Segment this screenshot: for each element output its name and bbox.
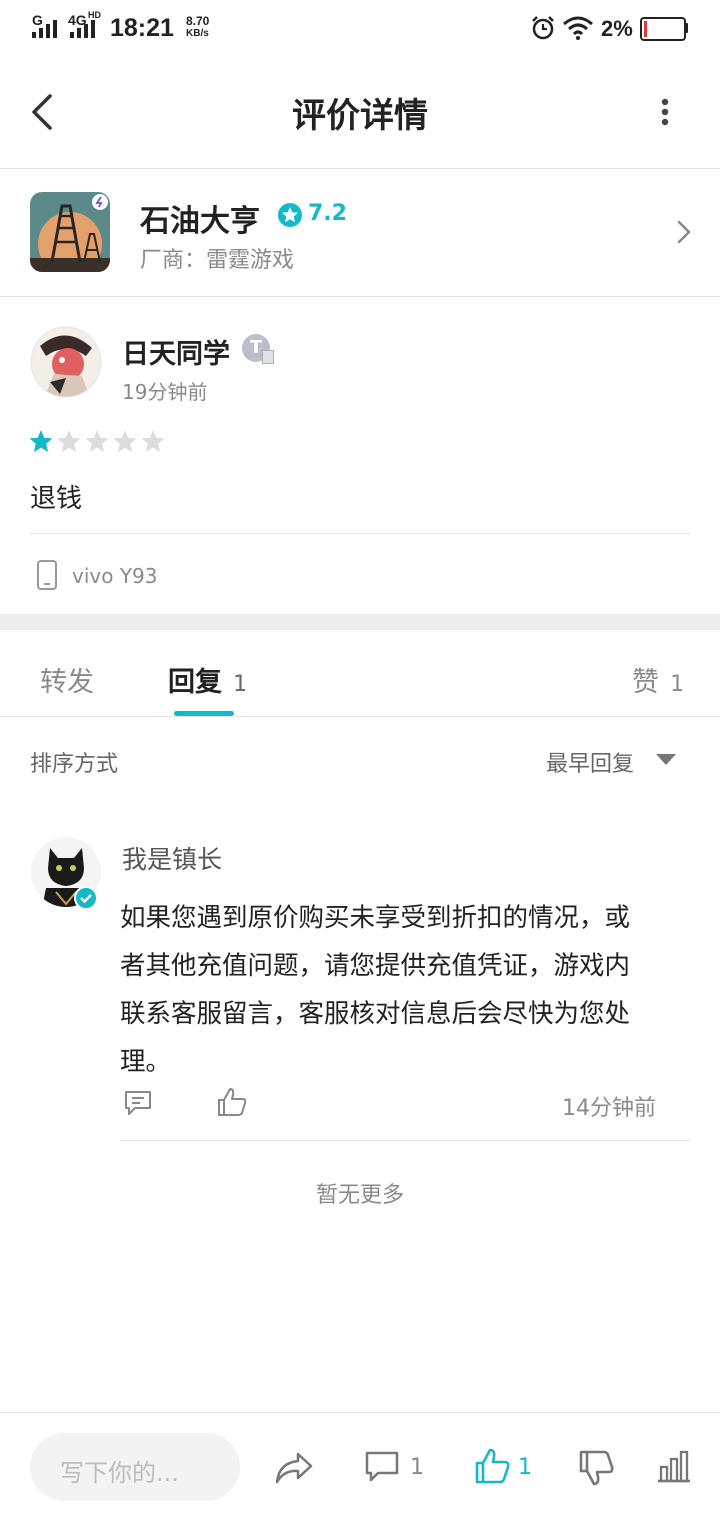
- battery-percent: 2%: [601, 16, 633, 41]
- clock: 18:21: [110, 14, 174, 42]
- reply-divider: [120, 1140, 690, 1141]
- tab-like-label: 赞: [632, 667, 659, 698]
- review-author[interactable]: 日天同学: [122, 332, 230, 371]
- tab-like[interactable]: 赞 1: [632, 660, 684, 699]
- game-info-row[interactable]: 石油大亨 7.2 厂商：雷霆游戏: [0, 168, 720, 297]
- page-title: 评价详情: [292, 96, 428, 136]
- bottom-action-bar: 写下你的... 1 1: [0, 1412, 720, 1521]
- network-hd-label: HD: [88, 10, 101, 20]
- reply-item: 我是镇长 如果您遇到原价购买未享受到折扣的情况，或 者其他充值问题，请您提供充值…: [0, 830, 720, 1150]
- section-separator: [0, 614, 720, 630]
- reply-input-placeholder: 写下你的...: [60, 1459, 179, 1487]
- phone-icon: [37, 560, 57, 590]
- stats-icon[interactable]: [656, 1449, 692, 1483]
- status-bar: G 4G HD 18:21 8.70 KB/s 2%: [0, 0, 720, 56]
- caret-down-icon: [656, 754, 676, 765]
- reply-input[interactable]: 写下你的...: [30, 1433, 240, 1501]
- score-star-icon: [278, 203, 302, 227]
- more-menu-icon[interactable]: [658, 96, 672, 128]
- sort-value: 最早回复: [546, 752, 635, 777]
- wifi-icon: [563, 16, 593, 40]
- game-icon: [30, 192, 110, 272]
- no-more-text: 暂无更多: [315, 1183, 404, 1208]
- thumbs-down-icon[interactable]: [578, 1449, 614, 1487]
- review-time: 19分钟前: [122, 380, 208, 404]
- alarm-icon: [532, 16, 554, 40]
- sort-dropdown[interactable]: 最早回复: [546, 746, 686, 777]
- avatar[interactable]: [30, 326, 102, 398]
- tab-like-count: 1: [670, 672, 685, 697]
- signal-label: G: [32, 12, 43, 28]
- game-vendor: 厂商：雷霆游戏: [140, 248, 295, 273]
- reply-time: 14分钟前: [562, 1096, 656, 1121]
- tab-reply-count: 1: [233, 672, 248, 697]
- comment-icon[interactable]: [123, 1088, 153, 1118]
- net-speed-unit: KB/s: [186, 28, 209, 39]
- share-icon[interactable]: [274, 1451, 314, 1485]
- tab-reply-label: 回复: [168, 667, 222, 698]
- tab-forward[interactable]: 转发: [40, 660, 94, 699]
- review-text: 退钱: [30, 484, 83, 514]
- like-count: 1: [518, 1455, 532, 1480]
- reply-author[interactable]: 我是镇长: [122, 840, 222, 876]
- game-score: 7.2: [308, 201, 347, 226]
- comment-count: 1: [410, 1455, 424, 1480]
- thumbs-up-icon[interactable]: [474, 1447, 510, 1485]
- level-badge-label: T: [249, 337, 263, 358]
- battery-icon: [640, 17, 686, 41]
- reply-line: 联系客服留言，客服核对信息后会尽快为您处: [120, 999, 631, 1029]
- game-name: 石油大亨: [140, 204, 260, 239]
- review-divider: [30, 533, 690, 534]
- chevron-right-icon: [677, 220, 691, 244]
- app-header: 评价详情: [0, 56, 720, 169]
- comment-icon[interactable]: [364, 1449, 400, 1485]
- tab-reply[interactable]: 回复 1: [168, 660, 247, 699]
- device-name: vivo Y93: [72, 564, 158, 588]
- reply-line: 理。: [120, 1047, 172, 1077]
- thumbs-up-icon[interactable]: [216, 1086, 248, 1118]
- reply-line: 者其他充值问题，请您提供充值凭证，游戏内: [120, 951, 631, 981]
- review-card: 日天同学 T 19分钟前 退钱 vivo Y93: [0, 296, 720, 614]
- tab-bar: 转发 回复 1 赞 1: [0, 630, 720, 717]
- sort-label: 排序方式: [30, 752, 119, 777]
- reply-text: 如果您遇到原价购买未享受到折扣的情况，或 者其他充值问题，请您提供充值凭证，游戏…: [120, 894, 690, 1086]
- rating-stars: [29, 430, 165, 452]
- reply-line: 如果您遇到原价购买未享受到折扣的情况，或: [120, 903, 631, 933]
- net-speed-value: 8.70: [186, 14, 210, 28]
- verified-icon: [74, 886, 98, 910]
- active-tab-indicator: [174, 711, 234, 716]
